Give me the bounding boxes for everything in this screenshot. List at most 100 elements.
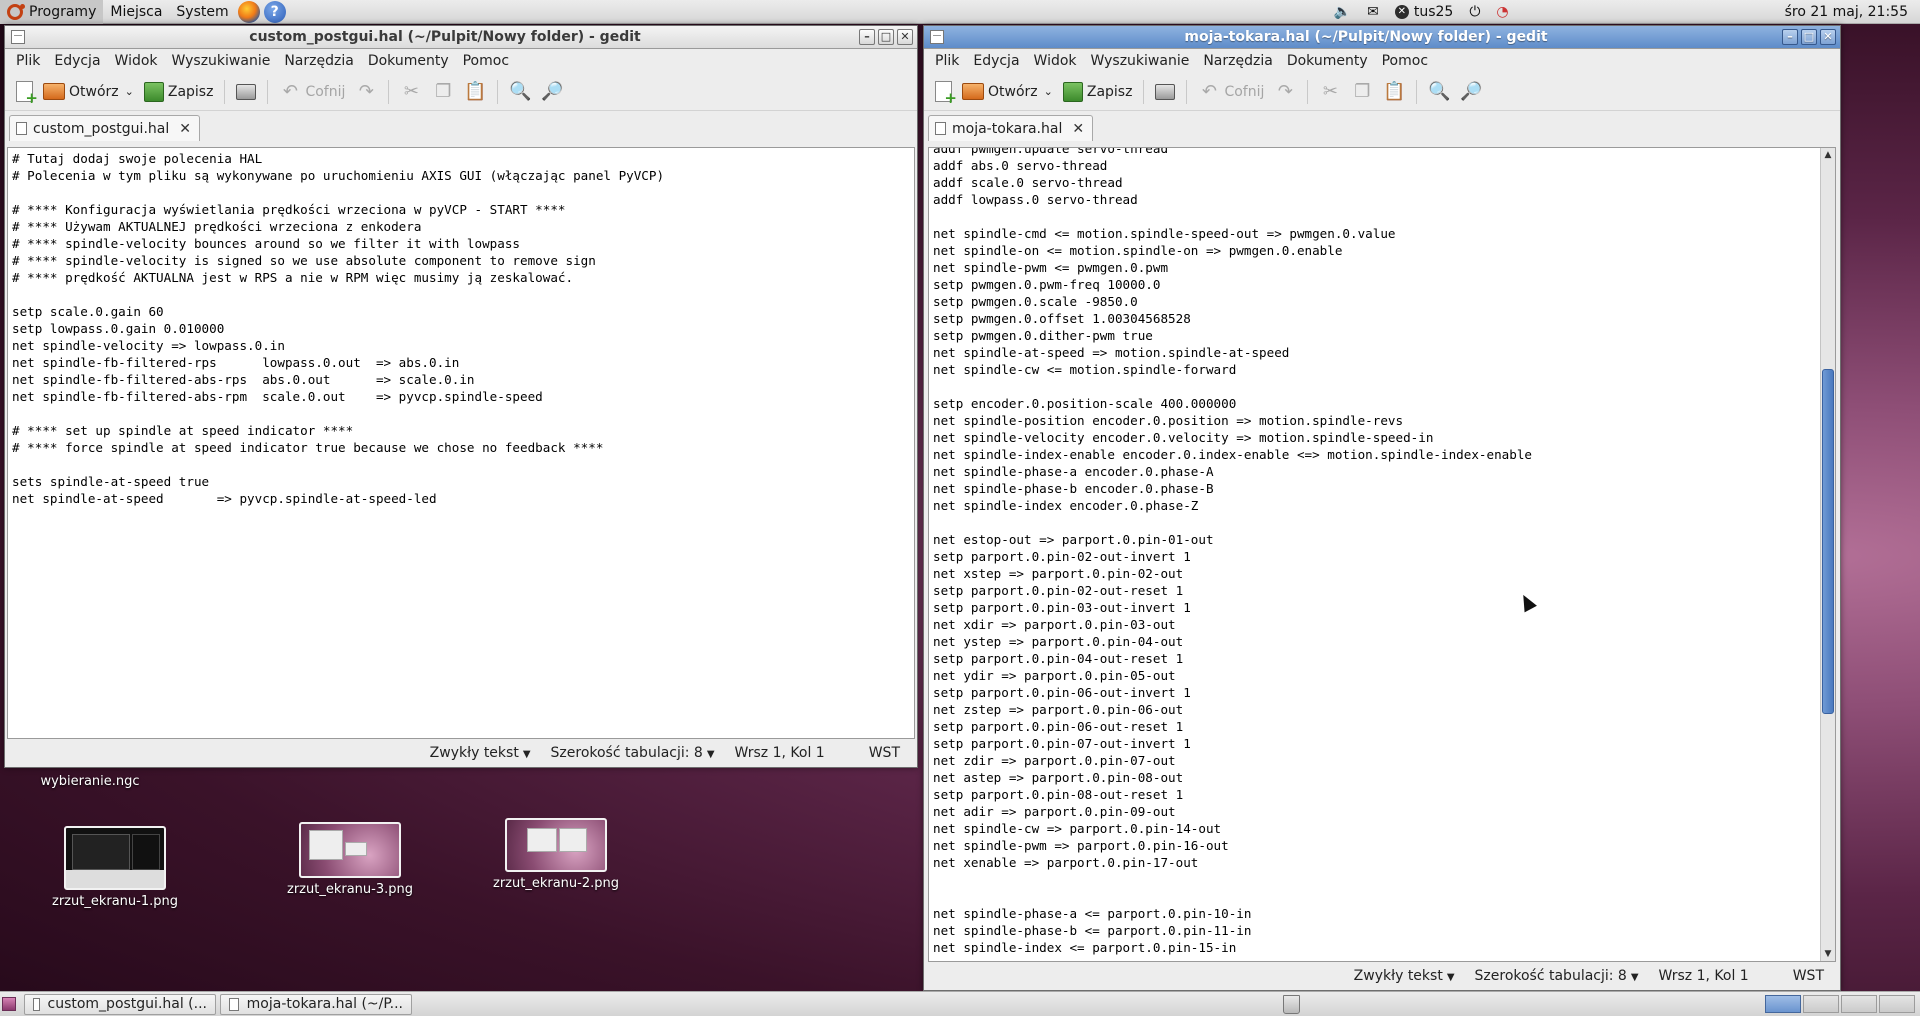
cut-button[interactable]: ✂ (395, 77, 427, 107)
code-line[interactable]: net adir => parport.0.pin-09-out (933, 803, 1835, 820)
code-line[interactable]: setp parport.0.pin-06-out-invert 1 (933, 684, 1835, 701)
code-line[interactable]: addf lowpass.0 servo-thread (933, 191, 1835, 208)
code-line[interactable]: setp lowpass.0.gain 0.010000 (12, 320, 914, 337)
window-app-icon[interactable] (11, 30, 25, 44)
code-line[interactable]: net spindle-at-speed => pyvcp.spindle-at… (12, 490, 914, 507)
tab-custom-postgui[interactable]: custom_postgui.hal ✕ (9, 115, 200, 141)
cut-button[interactable]: ✂ (1314, 77, 1346, 107)
desktop-icon-zrzut-3[interactable]: zrzut_ekranu-3.png (280, 822, 420, 897)
code-line[interactable]: addf abs.0 servo-thread (933, 157, 1835, 174)
paste-button[interactable]: 📋 (459, 77, 491, 107)
code-line[interactable] (12, 405, 914, 422)
menu-wyszukiwanie[interactable]: Wyszukiwanie (165, 51, 278, 71)
replace-button[interactable]: 🔎 (536, 77, 568, 107)
code-line[interactable]: # **** Konfiguracja wyświetlania prędkoś… (12, 201, 914, 218)
open-button[interactable]: Otwórz ⌄ (38, 77, 139, 107)
code-line[interactable] (933, 378, 1835, 395)
menu-narzedzia[interactable]: Narzędzia (277, 51, 360, 71)
workspace-2[interactable] (1803, 995, 1839, 1013)
code-line[interactable] (933, 888, 1835, 905)
redo-button[interactable]: ↷ (1269, 77, 1301, 107)
menu-plik[interactable]: Plik (9, 51, 47, 71)
code-line[interactable]: # **** spindle-velocity bounces around s… (12, 235, 914, 252)
code-line[interactable]: addf scale.0 servo-thread (933, 174, 1835, 191)
tab-moja-tokara[interactable]: moja-tokara.hal ✕ (928, 115, 1094, 141)
volume-icon[interactable]: 🔈 (1326, 0, 1359, 24)
power-icon[interactable]: ⏻ (1461, 0, 1488, 24)
tab-width-selector[interactable]: Szerokość tabulacji: 8 ▼ (541, 745, 725, 761)
code-line[interactable]: # **** force spindle at speed indicator … (12, 439, 914, 456)
code-line[interactable]: net spindle-index <= parport.0.pin-15-in (933, 939, 1835, 956)
show-desktop-icon[interactable] (2, 997, 16, 1011)
code-line[interactable]: setp pwmgen.0.scale -9850.0 (933, 293, 1835, 310)
code-line[interactable]: net spindle-phase-a encoder.0.phase-A (933, 463, 1835, 480)
code-line[interactable] (12, 184, 914, 201)
code-line[interactable]: net spindle-index encoder.0.phase-Z (933, 497, 1835, 514)
print-button[interactable] (1150, 77, 1180, 107)
scrollbar-thumb[interactable] (1822, 369, 1834, 714)
menu-dokumenty[interactable]: Dokumenty (1280, 51, 1375, 71)
network-icon[interactable]: ◔ (1488, 0, 1516, 24)
code-line[interactable]: net spindle-pwm <= pwmgen.0.pwm (933, 259, 1835, 276)
code-line[interactable]: net spindle-cmd <= motion.spindle-speed-… (933, 225, 1835, 242)
menu-pomoc[interactable]: Pomoc (1375, 51, 1435, 71)
user-menu[interactable]: ✕ tus25 (1387, 0, 1461, 24)
code-line[interactable]: sets spindle-at-speed true (12, 473, 914, 490)
code-line[interactable]: setp parport.0.pin-02-out-reset 1 (933, 582, 1835, 599)
close-button[interactable]: ✕ (1820, 29, 1836, 45)
code-line[interactable]: # Polecenia w tym pliku są wykonywane po… (12, 167, 914, 184)
left-editor-text[interactable]: # Tutaj dodaj swoje polecenia HAL # Polec… (8, 148, 914, 507)
chevron-down-icon[interactable]: ⌄ (1044, 85, 1053, 98)
workspace-3[interactable] (1841, 995, 1877, 1013)
code-line[interactable] (12, 456, 914, 473)
workspace-4[interactable] (1879, 995, 1915, 1013)
save-button[interactable]: Zapisz (139, 77, 219, 107)
code-line[interactable]: setp parport.0.pin-04-out-reset 1 (933, 650, 1835, 667)
close-tab-icon[interactable]: ✕ (1072, 121, 1084, 137)
menu-plik[interactable]: Plik (928, 51, 966, 71)
clock[interactable]: śro 21 maj, 21:55 (1777, 0, 1916, 24)
code-line[interactable]: setp scale.0.gain 60 (12, 303, 914, 320)
close-tab-icon[interactable]: ✕ (179, 121, 191, 137)
copy-button[interactable]: ❐ (427, 77, 459, 107)
code-line[interactable] (12, 286, 914, 303)
mail-icon[interactable]: ✉ (1359, 0, 1387, 24)
firefox-icon[interactable] (237, 0, 260, 23)
code-line[interactable]: setp parport.0.pin-06-out-reset 1 (933, 718, 1835, 735)
language-selector[interactable]: Zwykły tekst ▼ (1344, 968, 1465, 984)
code-line[interactable]: net spindle-pwm => parport.0.pin-16-out (933, 837, 1835, 854)
open-button[interactable]: Otwórz ⌄ (957, 77, 1058, 107)
new-button[interactable] (930, 77, 957, 107)
code-line[interactable]: net spindle-phase-b <= parport.0.pin-11-… (933, 922, 1835, 939)
new-button[interactable] (11, 77, 38, 107)
close-button[interactable]: ✕ (897, 29, 913, 45)
desktop-icon-wybieranie[interactable]: wybieranie.ngc (35, 774, 145, 789)
code-line[interactable]: net spindle-velocity => lowpass.0.in (12, 337, 914, 354)
menu-edycja[interactable]: Edycja (966, 51, 1026, 71)
menu-pomoc[interactable]: Pomoc (456, 51, 516, 71)
menu-narzedzia[interactable]: Narzędzia (1196, 51, 1279, 71)
code-line[interactable] (933, 871, 1835, 888)
menu-miejsca[interactable]: Miejsca (103, 0, 169, 24)
vertical-scrollbar[interactable]: ▲ ▼ (1820, 148, 1835, 961)
maximize-button[interactable]: □ (878, 29, 894, 45)
menu-system[interactable]: System (169, 0, 235, 24)
window-app-icon[interactable] (930, 30, 944, 44)
code-line[interactable]: # **** Używam AKTUALNEJ prędkości wrzeci… (12, 218, 914, 235)
menu-edycja[interactable]: Edycja (47, 51, 107, 71)
chevron-down-icon[interactable]: ⌄ (125, 85, 134, 98)
code-line[interactable] (933, 514, 1835, 531)
code-line[interactable]: net spindle-phase-a <= parport.0.pin-10-… (933, 905, 1835, 922)
code-line[interactable]: net astep => parport.0.pin-08-out (933, 769, 1835, 786)
language-selector[interactable]: Zwykły tekst ▼ (420, 745, 541, 761)
code-line[interactable]: # **** prędkość AKTUALNA jest w RPS a ni… (12, 269, 914, 286)
code-line[interactable] (933, 208, 1835, 225)
print-button[interactable] (231, 77, 261, 107)
code-line[interactable]: setp parport.0.pin-03-out-invert 1 (933, 599, 1835, 616)
menu-dokumenty[interactable]: Dokumenty (361, 51, 456, 71)
undo-button[interactable]: ↶ Cofnij (1193, 77, 1269, 107)
menu-widok[interactable]: Widok (108, 51, 165, 71)
code-line[interactable]: net spindle-fb-filtered-rps lowpass.0.ou… (12, 354, 914, 371)
code-line[interactable]: setp parport.0.pin-08-out-reset 1 (933, 786, 1835, 803)
desktop-icon-zrzut-2[interactable]: zrzut_ekranu-2.png (486, 818, 626, 891)
